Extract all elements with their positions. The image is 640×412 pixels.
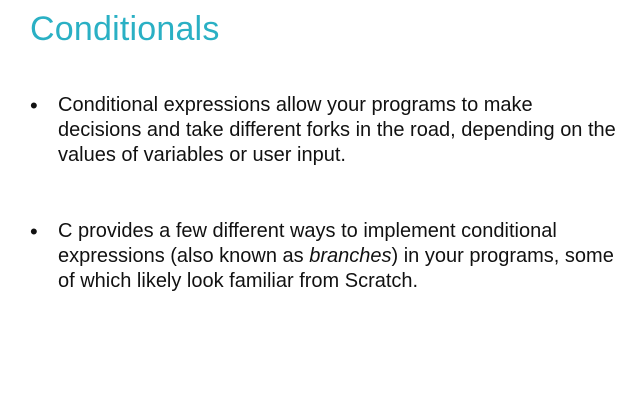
bullet-item: • Conditional expressions allow your pro… [30, 93, 620, 168]
bullet-item: • C provides a few different ways to imp… [30, 219, 620, 294]
bullet-dot-icon: • [30, 219, 38, 244]
slide: Conditionals • Conditional expressions a… [0, 0, 640, 412]
slide-title: Conditionals [30, 10, 220, 48]
bullet-text: Conditional expressions allow your progr… [58, 94, 616, 166]
bullet-list: • Conditional expressions allow your pro… [30, 93, 620, 294]
bullet-text: C provides a few different ways to imple… [58, 219, 620, 294]
bullet-emphasis: branches [309, 245, 392, 267]
bullet-dot-icon: • [30, 93, 38, 118]
